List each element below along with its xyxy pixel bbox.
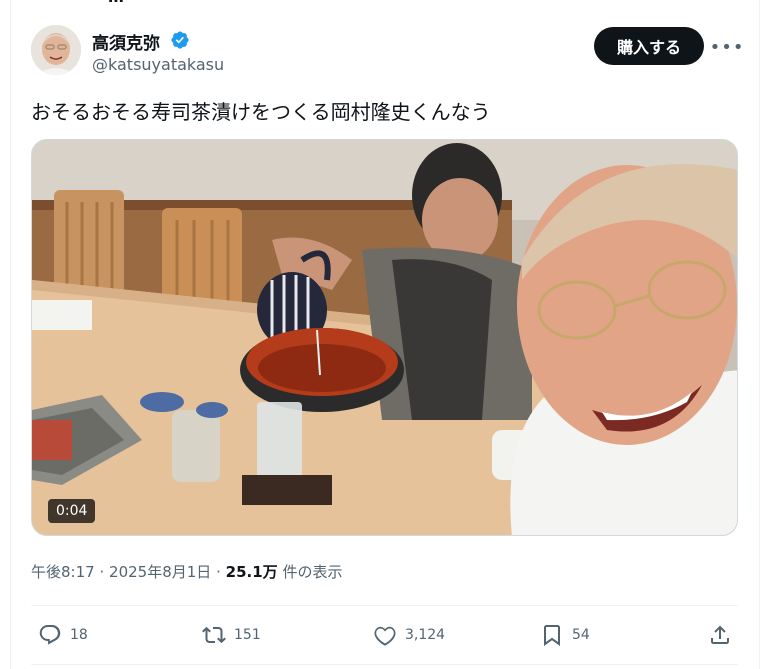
post-date[interactable]: 2025年8月1日 <box>109 563 211 581</box>
reply-button[interactable]: 18 <box>38 621 88 649</box>
heart-icon <box>374 626 396 646</box>
video-duration: 0:04 <box>48 499 96 523</box>
meta-separator: · <box>99 563 105 581</box>
video-frame <box>32 140 737 535</box>
cutoff-text: ⋯ <box>108 0 124 10</box>
bookmark-count: 54 <box>572 627 590 643</box>
divider <box>31 605 738 606</box>
views-count: 25.1万 <box>225 563 278 581</box>
timeline-border-left <box>10 0 11 669</box>
more-icon[interactable]: ••• <box>710 35 744 59</box>
views-label: 件の表示 <box>282 563 343 581</box>
bookmark-button[interactable]: 54 <box>540 621 590 649</box>
timeline-border-right <box>759 0 760 669</box>
reply-count: 18 <box>70 627 88 643</box>
bookmark-icon <box>544 625 560 646</box>
avatar[interactable] <box>31 25 81 75</box>
post-meta: 午後8:17 · 2025年8月1日 · 25.1万 件の表示 <box>31 561 342 582</box>
share-icon <box>711 625 729 644</box>
repost-button[interactable]: 151 <box>202 621 261 649</box>
reply-icon <box>39 625 61 645</box>
author-name[interactable]: 高須克弥 <box>92 29 160 54</box>
author-handle[interactable]: @katsuyatakasu <box>92 55 224 74</box>
repost-count: 151 <box>234 627 261 643</box>
meta-separator: · <box>216 563 221 581</box>
like-button[interactable]: 3,124 <box>373 621 445 649</box>
repost-icon <box>202 626 226 644</box>
verified-badge-icon[interactable] <box>170 30 190 50</box>
post-time[interactable]: 午後8:17 <box>31 563 95 581</box>
previous-post-cutoff: ⋯ <box>0 0 771 10</box>
share-button[interactable] <box>708 621 732 649</box>
profile-photo <box>31 25 81 75</box>
like-count: 3,124 <box>405 627 446 643</box>
divider <box>31 664 738 665</box>
purchase-button[interactable]: 購入する <box>594 27 704 65</box>
video-player[interactable] <box>31 139 738 536</box>
post-text: おそるおそる寿司茶漬けをつくる岡村隆史くんなう <box>31 100 491 124</box>
